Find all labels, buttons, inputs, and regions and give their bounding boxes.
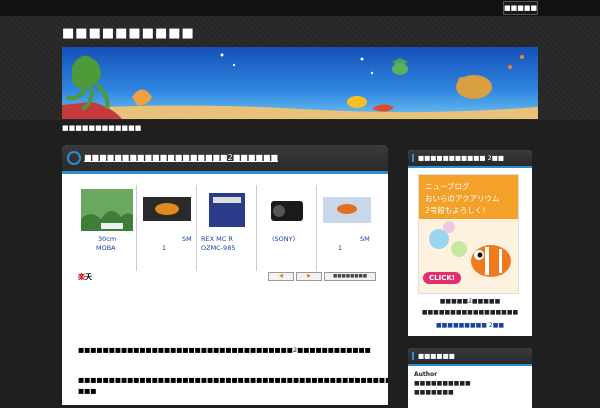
ad-click-button[interactable]: CLICK! bbox=[423, 272, 461, 284]
product-item[interactable]: REX MC R OZMC-985 bbox=[198, 185, 257, 271]
rakuten-logo[interactable]: 楽天 bbox=[78, 272, 92, 282]
widget-author: ■■■■■■ Author ■■■■■■■■■■ ■■■■■■■ bbox=[408, 348, 532, 408]
next-button[interactable]: ▶ bbox=[296, 272, 322, 281]
widget-header: ■■■■■■■■■■■ 2■■ bbox=[408, 150, 532, 168]
product-image[interactable] bbox=[201, 189, 253, 231]
post-paragraph: ■■■■■■■■■■■■■■■■■■■■■■■■■■■■■■■■■■■■■■■■… bbox=[78, 376, 388, 384]
circle-icon bbox=[67, 151, 81, 165]
product-name[interactable]: (SONY) bbox=[272, 235, 295, 243]
product-sub[interactable]: 1 bbox=[162, 244, 166, 252]
site-title[interactable]: ■■■■■■■■■■ bbox=[62, 26, 195, 41]
ad-text: おいらのアクアリウム bbox=[425, 194, 500, 203]
main-content: ■■■■■■■■■■■■■■■■■■■2■■■■■■ 30cm MOBA SM … bbox=[62, 145, 388, 405]
product-item[interactable]: (SONY) bbox=[258, 185, 317, 271]
post-paragraph-continued: ■■■ bbox=[78, 387, 97, 395]
product-image[interactable] bbox=[81, 189, 133, 231]
widget-title: ■■■■■■■■■■■ 2■■ bbox=[418, 154, 505, 162]
about-link-button[interactable]: ■■■■■■■■ bbox=[324, 272, 376, 281]
blog-ad-banner[interactable]: ニューブログ おいらのアクアリウム 2号館もよろしく！ CLICK! bbox=[418, 174, 519, 294]
prev-button[interactable]: ◀ bbox=[268, 272, 294, 281]
product-item[interactable]: SM 1 bbox=[138, 185, 197, 271]
product-image[interactable] bbox=[321, 189, 373, 231]
widget-header: ■■■■■■ bbox=[408, 348, 532, 366]
top-menu-button[interactable]: ■■■■■ bbox=[503, 1, 538, 15]
rakuten-logo-text: 楽 bbox=[78, 273, 85, 281]
blog-link[interactable]: ■■■■■■■■■ 2■■ bbox=[408, 322, 532, 329]
product-name[interactable]: SM bbox=[360, 235, 370, 243]
ad-text: 2号館もよろしく！ bbox=[425, 206, 490, 215]
post-title-link[interactable]: ■■■■■■■■■■■■■■■■■■■2■■■■■■ bbox=[84, 153, 278, 162]
header-banner-image bbox=[62, 47, 538, 119]
product-sub[interactable]: 1 bbox=[338, 244, 342, 252]
ad-text: ニューブログ bbox=[425, 182, 470, 191]
post-header: ■■■■■■■■■■■■■■■■■■■2■■■■■■ bbox=[62, 145, 388, 174]
post-paragraph: ■■■■■■■■■■■■■■■■■■■■■■■■■■■■■■■■■■■2■■■■… bbox=[78, 346, 371, 354]
widget-bar-icon bbox=[412, 352, 414, 360]
product-item[interactable]: 30cm MOBA bbox=[78, 185, 137, 271]
product-item[interactable]: SM 1 bbox=[318, 185, 376, 271]
author-line: ■■■■■■■■■■ bbox=[414, 380, 471, 387]
site-tagline: ■■■■■■■■■■■■ bbox=[62, 124, 142, 132]
product-name[interactable]: REX MC R bbox=[201, 235, 233, 243]
top-strip: ■■■■■ bbox=[0, 0, 600, 16]
product-sub[interactable]: MOBA bbox=[96, 244, 116, 252]
rakuten-logo-text-rest: 天 bbox=[85, 273, 92, 281]
product-name[interactable]: SM bbox=[182, 235, 192, 243]
product-name[interactable]: 30cm bbox=[98, 235, 116, 243]
widget-blog-ad: ■■■■■■■■■■■ 2■■ ニューブログ おいらのアクアリウム 2号館もよろ… bbox=[408, 150, 532, 336]
widget-caption: ■■■■■2■■■■■ bbox=[439, 298, 501, 305]
product-image[interactable] bbox=[261, 189, 313, 231]
widget-caption: ■■■■■■■■■■■■■■■■■ bbox=[421, 309, 519, 316]
author-label: Author bbox=[414, 371, 438, 378]
site-header: ■■■■■■■■■■ bbox=[0, 16, 600, 120]
product-sub[interactable]: OZMC-985 bbox=[201, 244, 235, 252]
author-line: ■■■■■■■ bbox=[414, 389, 454, 396]
product-image[interactable] bbox=[141, 189, 193, 231]
product-carousel: 30cm MOBA SM 1 REX MC R OZMC-985 (SONY) … bbox=[78, 185, 374, 271]
widget-bar-icon bbox=[412, 154, 414, 162]
widget-title: ■■■■■■ bbox=[418, 352, 455, 360]
